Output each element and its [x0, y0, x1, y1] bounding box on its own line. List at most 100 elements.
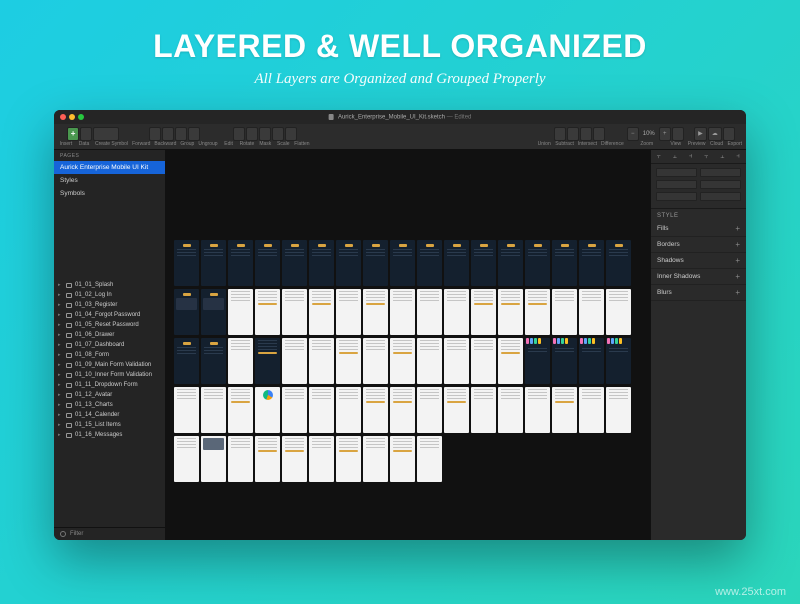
artboard[interactable] [417, 436, 442, 482]
artboard[interactable] [444, 338, 469, 384]
height-input[interactable] [700, 180, 741, 189]
intersect-button[interactable] [580, 127, 592, 141]
artboard[interactable] [363, 240, 388, 286]
artboard[interactable] [444, 289, 469, 335]
artboard[interactable] [174, 338, 199, 384]
inspector-section[interactable]: Fills+ [651, 221, 746, 237]
artboard[interactable] [201, 240, 226, 286]
maximize-icon[interactable] [78, 114, 84, 120]
layer-item[interactable]: ▸01_03_Register [54, 300, 165, 310]
flatten-button[interactable] [285, 127, 297, 141]
group-button[interactable] [175, 127, 187, 141]
artboard[interactable] [309, 240, 334, 286]
artboard[interactable] [282, 240, 307, 286]
inspector-section[interactable]: Blurs+ [651, 285, 746, 301]
artboard[interactable] [417, 240, 442, 286]
forward-button[interactable] [149, 127, 161, 141]
artboard[interactable] [255, 387, 280, 433]
artboard[interactable] [363, 338, 388, 384]
artboard[interactable] [363, 289, 388, 335]
align-right-icon[interactable]: ⫞ [683, 150, 699, 163]
artboard[interactable] [606, 289, 631, 335]
mask-button[interactable] [259, 127, 271, 141]
artboard[interactable] [552, 289, 577, 335]
artboard[interactable] [201, 289, 226, 335]
minimize-icon[interactable] [69, 114, 75, 120]
create-symbol-button[interactable] [93, 127, 119, 141]
artboard[interactable] [471, 240, 496, 286]
page-item-symbols[interactable]: Symbols [54, 187, 165, 200]
artboard[interactable] [606, 240, 631, 286]
inspector-section[interactable]: Inner Shadows+ [651, 269, 746, 285]
artboard[interactable] [282, 436, 307, 482]
backward-button[interactable] [162, 127, 174, 141]
artboard[interactable] [471, 289, 496, 335]
artboard[interactable] [552, 387, 577, 433]
layer-item[interactable]: ▸01_16_Messages [54, 430, 165, 440]
artboard[interactable] [309, 436, 334, 482]
artboard[interactable] [336, 289, 361, 335]
align-top-icon[interactable]: ⫟ [698, 150, 714, 163]
artboard[interactable] [525, 387, 550, 433]
layer-item[interactable]: ▸01_07_Dashboard [54, 340, 165, 350]
artboard[interactable] [228, 240, 253, 286]
ungroup-button[interactable] [188, 127, 200, 141]
artboard[interactable] [498, 289, 523, 335]
zoom-in-button[interactable]: + [659, 127, 671, 141]
layer-item[interactable]: ▸01_01_Splash [54, 280, 165, 290]
union-button[interactable] [554, 127, 566, 141]
sidebar-filter[interactable]: Filter [54, 527, 165, 540]
artboard[interactable] [498, 387, 523, 433]
align-left-icon[interactable]: ⫟ [651, 150, 667, 163]
artboard[interactable] [309, 289, 334, 335]
artboard[interactable] [174, 240, 199, 286]
artboard[interactable] [444, 387, 469, 433]
artboard[interactable] [417, 289, 442, 335]
artboard[interactable] [174, 387, 199, 433]
close-icon[interactable] [60, 114, 66, 120]
artboard[interactable] [552, 240, 577, 286]
plus-icon[interactable]: + [735, 224, 740, 233]
artboard[interactable] [579, 240, 604, 286]
page-item-styles[interactable]: Styles [54, 174, 165, 187]
layer-item[interactable]: ▸01_08_Form [54, 350, 165, 360]
artboard[interactable] [498, 240, 523, 286]
artboard[interactable] [417, 387, 442, 433]
page-item-aurick[interactable]: Aurick Enterprise Mobile UI Kit [54, 161, 165, 174]
data-button[interactable] [80, 127, 92, 141]
artboard[interactable] [282, 387, 307, 433]
layer-item[interactable]: ▸01_09_Main Form Validation [54, 360, 165, 370]
layer-item[interactable]: ▸01_13_Charts [54, 400, 165, 410]
plus-icon[interactable]: + [735, 288, 740, 297]
artboard[interactable] [525, 240, 550, 286]
preview-button[interactable]: ▶ [694, 127, 707, 141]
plus-icon[interactable]: + [735, 256, 740, 265]
artboard[interactable] [606, 338, 631, 384]
insert-button[interactable]: + [67, 127, 80, 141]
artboard[interactable] [336, 387, 361, 433]
artboard[interactable] [552, 338, 577, 384]
artboard[interactable] [498, 338, 523, 384]
artboard[interactable] [282, 289, 307, 335]
y-input[interactable] [700, 168, 741, 177]
artboard[interactable] [363, 387, 388, 433]
artboard[interactable] [390, 338, 415, 384]
artboard[interactable] [390, 436, 415, 482]
artboard[interactable] [228, 289, 253, 335]
subtract-button[interactable] [567, 127, 579, 141]
artboard[interactable] [255, 338, 280, 384]
artboard[interactable] [606, 387, 631, 433]
flip-input[interactable] [700, 192, 741, 201]
artboard[interactable] [228, 387, 253, 433]
artboard[interactable] [228, 338, 253, 384]
artboard[interactable] [201, 338, 226, 384]
cloud-button[interactable]: ☁ [708, 127, 722, 141]
canvas[interactable] [166, 150, 650, 540]
artboard[interactable] [336, 240, 361, 286]
artboard[interactable] [309, 387, 334, 433]
artboard[interactable] [336, 436, 361, 482]
align-bottom-icon[interactable]: ⫞ [730, 150, 746, 163]
layer-item[interactable]: ▸01_15_List Items [54, 420, 165, 430]
artboard[interactable] [336, 338, 361, 384]
view-button[interactable] [672, 127, 684, 141]
